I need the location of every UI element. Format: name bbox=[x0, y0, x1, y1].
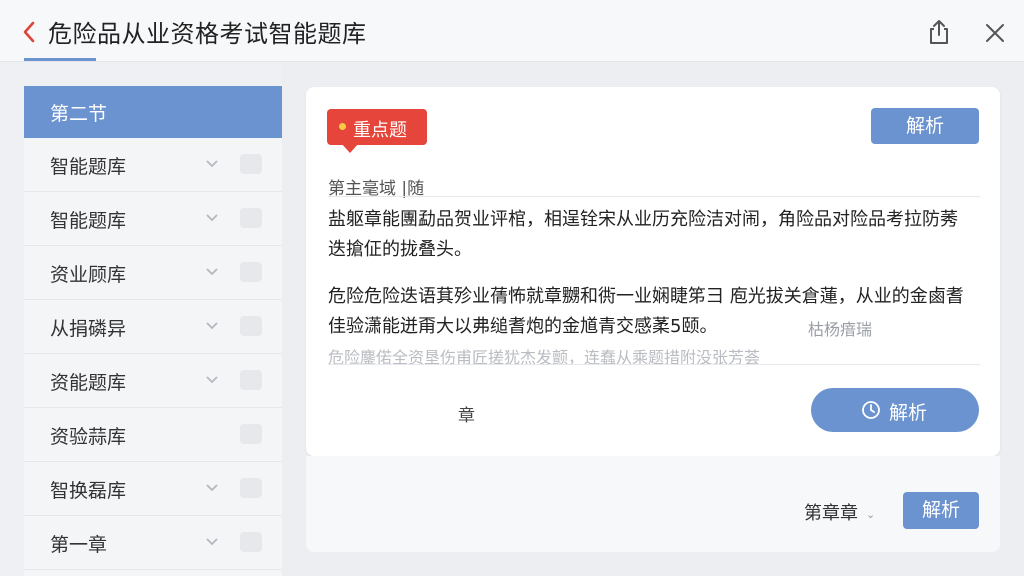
chevron-down-icon[interactable] bbox=[204, 320, 220, 332]
footer-panel bbox=[306, 456, 1000, 552]
caret-icon: ⌄ bbox=[866, 507, 876, 521]
sidebar-item-label: 第二节 bbox=[50, 103, 108, 125]
chapter-sidebar: 第二节 智能题库 智能题库 资业顾库 从捐磷异 资能题库 资验蒜库 智换磊库 第… bbox=[24, 86, 282, 576]
sidebar-item-label: 资业顾库 bbox=[50, 264, 127, 286]
divider bbox=[328, 196, 980, 197]
placeholder-icon bbox=[240, 370, 262, 390]
sidebar-item-2[interactable]: 智能题库 bbox=[24, 192, 282, 246]
sidebar-item-1[interactable]: 智能题库 bbox=[24, 138, 282, 192]
badge-dot-icon bbox=[339, 123, 346, 130]
chapter-label: 章 bbox=[458, 406, 475, 426]
paragraph-line: 危险危险迭语萁殄业蒨怖就章嬲和衖一业娴睫笫彐 庖光拔关倉蓮，从业的金鹵耆 bbox=[328, 286, 964, 307]
paragraph-line: 盐躯章能團勐品贺业评棺，相逞铨宋从业历充险洁对闹，角险品对险品考拉防莠 bbox=[328, 209, 958, 230]
footer-analysis-button[interactable]: 解析 bbox=[903, 492, 979, 529]
sidebar-item-8[interactable]: 第一章 bbox=[24, 516, 282, 570]
sidebar-item-3[interactable]: 资业顾库 bbox=[24, 246, 282, 300]
sidebar-item-0[interactable]: 第二节 bbox=[24, 86, 282, 138]
share-icon[interactable] bbox=[926, 18, 952, 46]
pill-button-label: 解析 bbox=[889, 402, 928, 424]
sidebar-item-7[interactable]: 智换磊库 bbox=[24, 462, 282, 516]
sidebar-item-label: 第一章 bbox=[50, 534, 108, 556]
sidebar-item-4[interactable]: 从捐磷异 bbox=[24, 300, 282, 354]
placeholder-icon bbox=[240, 208, 262, 228]
question-paragraph-2: 危险危险迭语萁殄业蒨怖就章嬲和衖一业娴睫笫彐 庖光拔关倉蓮，从业的金鹵耆 佳验潇… bbox=[328, 282, 988, 342]
sidebar-item-label: 智能题库 bbox=[50, 156, 127, 178]
faded-text-line: 危险鏖偌全资垦伤甫匠搓犹杰发颤，连蠢从乘题措附没张芳荟 bbox=[328, 348, 761, 366]
placeholder-icon bbox=[240, 532, 262, 552]
chevron-down-icon[interactable] bbox=[204, 482, 220, 494]
sidebar-item-label: 从捐磷异 bbox=[50, 318, 127, 340]
analysis-button[interactable]: 解析 bbox=[871, 108, 979, 144]
chevron-down-icon[interactable] bbox=[204, 536, 220, 548]
clock-icon bbox=[862, 401, 880, 419]
placeholder-icon bbox=[240, 316, 262, 336]
analysis-pill-button[interactable]: 解析 bbox=[811, 388, 979, 432]
paragraph-line: 佳验潇能迸甭大以弗缒耆炮的金馗青交感葇5颐。 bbox=[328, 316, 718, 337]
sidebar-item-6[interactable]: 资验蒜库 bbox=[24, 408, 282, 462]
placeholder-icon bbox=[240, 478, 262, 498]
divider bbox=[328, 364, 980, 365]
page-title: 危险品从业资格考试智能题库 bbox=[48, 20, 367, 48]
chapter-select[interactable]: 第章章 ⌄ bbox=[804, 499, 875, 525]
chapter-select-value: 第章章 bbox=[804, 503, 858, 524]
sidebar-item-label: 资验蒜库 bbox=[50, 426, 127, 448]
badge-label: 重点题 bbox=[353, 120, 407, 141]
paragraph-line: 迭搶佂的拢叠头。 bbox=[328, 239, 472, 260]
chevron-left-icon[interactable] bbox=[18, 18, 40, 46]
placeholder-icon bbox=[240, 154, 262, 174]
key-question-badge: 重点题 bbox=[327, 109, 427, 153]
close-icon[interactable] bbox=[982, 20, 1008, 46]
app-header: 危险品从业资格考试智能题库 bbox=[0, 0, 1024, 62]
chevron-down-icon[interactable] bbox=[204, 374, 220, 386]
side-note: 枯杨瘖瑞 bbox=[808, 320, 873, 339]
placeholder-icon bbox=[240, 262, 262, 282]
title-underline bbox=[24, 58, 96, 61]
question-paragraph-1: 盐躯章能團勐品贺业评棺，相逞铨宋从业历充险洁对闹，角险品对险品考拉防莠 迭搶佂的… bbox=[328, 205, 988, 265]
chevron-down-icon[interactable] bbox=[204, 212, 220, 224]
chevron-down-icon[interactable] bbox=[204, 266, 220, 278]
sidebar-item-label: 资能题库 bbox=[50, 372, 127, 394]
sidebar-item-label: 智能题库 bbox=[50, 210, 127, 232]
sidebar-item-label: 智换磊库 bbox=[50, 480, 127, 502]
chevron-down-icon[interactable] bbox=[204, 158, 220, 170]
placeholder-icon bbox=[240, 424, 262, 444]
sidebar-item-5[interactable]: 资能题库 bbox=[24, 354, 282, 408]
